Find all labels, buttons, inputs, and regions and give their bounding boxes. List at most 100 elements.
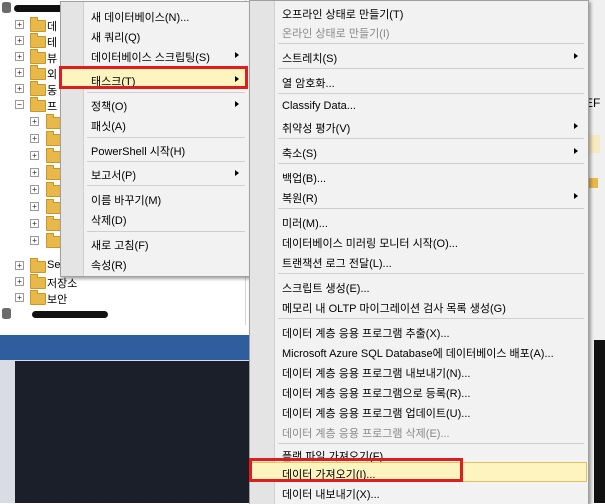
menu-item-extract-data-tier-app[interactable]: 데이터 계층 응용 프로그램 추출(X)... <box>251 321 587 341</box>
status-bar <box>0 335 260 360</box>
menu-item-properties[interactable]: 속성(R) <box>62 253 248 273</box>
menu-item-shrink[interactable]: 축소(S) <box>251 141 587 161</box>
menu-item-label: 새 데이터베이스(N)... <box>91 12 190 24</box>
menu-item-register-data-tier-app[interactable]: 데이터 계층 응용 프로그램으로 등록(R)... <box>251 381 587 401</box>
menu-item-label: 패싯(A) <box>91 121 126 133</box>
menu-item-export-data-tier-app[interactable]: 데이터 계층 응용 프로그램 내보내기(N)... <box>251 361 587 381</box>
expand-icon[interactable]: + <box>30 219 39 228</box>
expand-icon[interactable]: + <box>15 20 24 29</box>
tree-node[interactable]: + 보안 <box>0 290 245 306</box>
expand-icon[interactable]: + <box>30 168 39 177</box>
menu-item-generate-scripts[interactable]: 스크립트 생성(E)... <box>251 276 587 296</box>
menu-separator <box>87 137 245 138</box>
submenu-arrow-icon <box>574 193 578 199</box>
menu-item-backup[interactable]: 백업(B)... <box>251 166 587 186</box>
menu-item-new-database[interactable]: 새 데이터베이스(N)... <box>62 5 248 25</box>
collapse-icon[interactable]: − <box>15 100 24 109</box>
folder-icon <box>30 17 46 32</box>
folder-icon <box>30 81 46 96</box>
menu-item-stretch[interactable]: 스트레치(S) <box>251 46 587 66</box>
menu-item-label: Microsoft Azure SQL Database에 데이터베이스 배포(… <box>282 348 554 360</box>
expand-icon[interactable]: + <box>15 261 24 270</box>
expand-icon[interactable]: + <box>15 84 24 93</box>
redacted-server-name <box>32 311 108 318</box>
menu-separator <box>87 185 245 186</box>
menu-item-label: 스트레치(S) <box>282 53 338 65</box>
folder-icon <box>30 97 46 112</box>
menu-item-mirror[interactable]: 미러(M)... <box>251 211 587 231</box>
expand-icon[interactable]: + <box>15 36 24 45</box>
menu-separator <box>278 208 584 209</box>
tree-node-label: 프 <box>47 101 58 113</box>
menu-item-label: 메모리 내 OLTP 마이그레이션 검사 목록 생성(G) <box>282 303 506 315</box>
menu-item-launch-mirroring-monitor[interactable]: 데이터베이스 미러링 모니터 시작(O)... <box>251 231 587 251</box>
menu-separator <box>278 68 584 69</box>
menu-item-oltp-migration-checklists[interactable]: 메모리 내 OLTP 마이그레이션 검사 목록 생성(G) <box>251 296 587 316</box>
menu-item-start-powershell[interactable]: PowerShell 시작(H) <box>62 139 248 159</box>
submenu-arrow-icon <box>574 148 578 154</box>
tree-node-label: Se <box>47 259 61 271</box>
menu-item-label: 열 암호화... <box>282 78 335 90</box>
tree-node-label: 테 <box>47 37 58 49</box>
expand-icon[interactable]: + <box>15 277 24 286</box>
expand-icon[interactable]: + <box>15 52 24 61</box>
menu-item-label: 스크립트 생성(E)... <box>282 283 370 295</box>
menu-item-take-offline[interactable]: 오프라인 상태로 만들기(T) <box>251 2 587 22</box>
menu-item-facets[interactable]: 패싯(A) <box>62 114 248 134</box>
expand-icon[interactable]: + <box>30 151 39 160</box>
menu-item-rename[interactable]: 이름 바꾸기(M) <box>62 188 248 208</box>
expand-icon[interactable]: + <box>30 117 39 126</box>
menu-item-label: 트랜잭션 로그 전달(L)... <box>282 258 392 270</box>
menu-item-restore[interactable]: 복원(R) <box>251 186 587 206</box>
database-icon <box>2 2 11 13</box>
menu-separator <box>87 231 245 232</box>
menu-item-ship-transaction-logs[interactable]: 트랜잭션 로그 전달(L)... <box>251 251 587 271</box>
submenu-arrow-icon <box>235 101 239 107</box>
expand-icon[interactable]: + <box>15 68 24 77</box>
menu-item-new-query[interactable]: 새 쿼리(Q) <box>62 25 248 45</box>
menu-item-label: 이름 바꾸기(M) <box>91 195 162 207</box>
menu-separator <box>278 273 584 274</box>
folder-icon <box>30 49 46 64</box>
menu-item-encrypt-columns[interactable]: 열 암호화... <box>251 71 587 91</box>
menu-item-delete-data-tier-app[interactable]: 데이터 계층 응용 프로그램 삭제(E)... <box>251 421 587 441</box>
menu-item-label: 데이터 내보내기(X)... <box>282 489 380 501</box>
menu-item-policies[interactable]: 정책(O) <box>62 94 248 114</box>
tree-node-label: 동 <box>47 85 58 97</box>
menu-item-label: 축소(S) <box>282 148 317 160</box>
folder-icon <box>30 274 46 289</box>
expand-icon[interactable]: + <box>30 202 39 211</box>
menu-item-label: 복원(R) <box>282 193 318 205</box>
folder-icon <box>30 258 46 273</box>
menu-item-label: 온라인 상태로 만들기(I) <box>282 28 390 40</box>
menu-item-reports[interactable]: 보고서(P) <box>62 163 248 183</box>
menu-item-label: 데이터베이스 미러링 모니터 시작(O)... <box>282 238 458 250</box>
menu-item-deploy-to-azure[interactable]: Microsoft Azure SQL Database에 데이터베이스 배포(… <box>251 341 587 361</box>
menu-item-delete[interactable]: 삭제(D) <box>62 208 248 228</box>
folder-icon <box>30 290 46 305</box>
submenu-arrow-icon <box>574 123 578 129</box>
menu-item-vulnerability-assessment[interactable]: 취약성 평가(V) <box>251 116 587 136</box>
tree-node-label: 저장소 <box>47 278 78 290</box>
expand-icon[interactable]: + <box>30 236 39 245</box>
menu-item-label: 데이터 계층 응용 프로그램 삭제(E)... <box>282 428 450 440</box>
tree-node-label: 보안 <box>47 294 68 306</box>
menu-item-label: 미러(M)... <box>282 218 328 230</box>
output-panel <box>15 361 260 503</box>
menu-item-classify-data[interactable]: Classify Data... <box>251 96 587 116</box>
menu-separator <box>278 138 584 139</box>
menu-item-label: 새로 고침(F) <box>91 240 149 252</box>
expand-icon[interactable]: + <box>30 134 39 143</box>
menu-separator <box>278 43 584 44</box>
menu-item-export-data[interactable]: 데이터 내보내기(X)... <box>251 482 587 502</box>
menu-item-label: 오프라인 상태로 만들기(T) <box>282 9 404 21</box>
menu-item-bring-online[interactable]: 온라인 상태로 만들기(I) <box>251 21 587 41</box>
menu-item-upgrade-data-tier-app[interactable]: 데이터 계층 응용 프로그램 업데이트(U)... <box>251 401 587 421</box>
expand-icon[interactable]: + <box>15 293 24 302</box>
expand-icon[interactable]: + <box>30 185 39 194</box>
menu-item-refresh[interactable]: 새로 고침(F) <box>62 233 248 253</box>
menu-item-label: PowerShell 시작(H) <box>91 146 186 158</box>
tree-node-label: 뷰 <box>47 53 58 65</box>
menu-item-label: 데이터 계층 응용 프로그램 내보내기(N)... <box>282 368 471 380</box>
menu-item-script-database[interactable]: 데이터베이스 스크립팅(S) <box>62 45 248 65</box>
